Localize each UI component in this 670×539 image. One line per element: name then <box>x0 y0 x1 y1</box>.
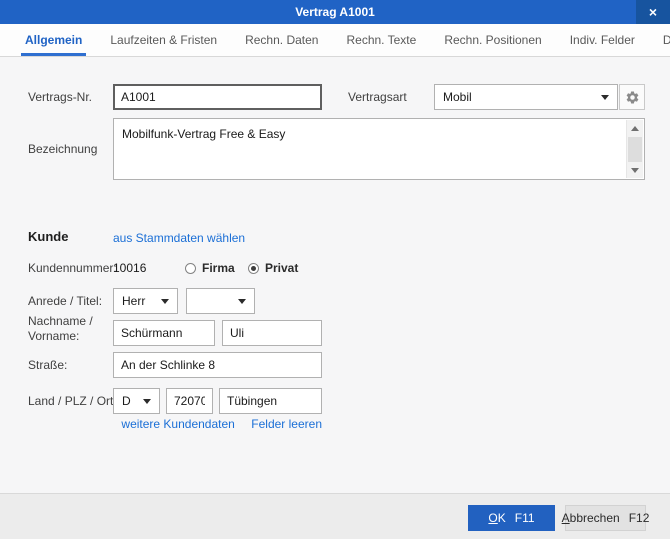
kundennummer-value: 10016 <box>113 261 147 275</box>
bezeichnung-text: Mobilfunk-Vertrag Free & Easy <box>122 127 286 141</box>
radio-privat-circle <box>248 262 259 274</box>
vertrag-nr-input[interactable] <box>113 84 322 110</box>
ok-label: OK <box>488 511 506 525</box>
triangle-up-icon <box>631 125 639 131</box>
radio-firma-label: Firma <box>202 261 235 275</box>
felder-leeren-link[interactable]: Felder leeren <box>251 417 322 431</box>
vertrag-dialog: Vertrag A1001 × Allgemein Laufzeiten & F… <box>0 0 670 539</box>
gear-icon <box>626 91 638 103</box>
radio-privat-label: Privat <box>265 261 299 275</box>
titel-select[interactable] <box>186 288 255 314</box>
nachname-input[interactable] <box>113 320 215 346</box>
scrollbar-thumb[interactable] <box>628 137 642 165</box>
land-select[interactable]: D <box>113 388 160 414</box>
tab-laufzeiten-fristen[interactable]: Laufzeiten & Fristen <box>96 24 231 56</box>
radio-firma-circle <box>185 262 196 274</box>
close-icon: × <box>648 4 658 20</box>
strasse-input[interactable] <box>113 352 322 378</box>
tab-allgemein[interactable]: Allgemein <box>11 24 96 56</box>
plz-input[interactable] <box>166 388 213 414</box>
kundennummer-label: Kundennummer: <box>28 261 117 275</box>
weitere-kundendaten-link[interactable]: weitere Kundendaten <box>121 417 234 431</box>
land-plz-ort-label: Land / PLZ / Ort: <box>28 394 117 408</box>
tab-indiv-felder[interactable]: Indiv. Felder <box>556 24 649 56</box>
tab-bar: Allgemein Laufzeiten & Fristen Rechn. Da… <box>0 24 670 57</box>
abbrechen-shortcut: F12 <box>628 511 650 525</box>
textarea-scrollbar[interactable] <box>626 120 643 178</box>
vertragsart-label: Vertragsart <box>348 90 407 104</box>
anrede-select[interactable]: Herr <box>113 288 178 314</box>
anrede-value: Herr <box>122 294 146 308</box>
content-panel: Vertrags-Nr. Vertragsart Mobil Bezeichnu… <box>0 57 670 493</box>
vorname-input[interactable] <box>222 320 322 346</box>
bezeichnung-textarea[interactable]: Mobilfunk-Vertrag Free & Easy <box>113 118 645 180</box>
bezeichnung-label: Bezeichnung <box>28 142 98 156</box>
vertragsart-value: Mobil <box>443 90 472 104</box>
kunde-heading: Kunde <box>28 229 69 244</box>
abbrechen-label: Abbrechen <box>561 511 620 525</box>
kunde-links-row: weitere Kundendaten Felder leeren <box>113 415 322 433</box>
radio-firma[interactable]: Firma <box>185 260 235 276</box>
chevron-down-icon <box>161 298 169 304</box>
anrede-titel-label: Anrede / Titel: <box>28 294 103 308</box>
footer-bar: OK F11 Abbrechen F12 <box>0 493 670 539</box>
stammdaten-link[interactable]: aus Stammdaten wählen <box>113 231 245 245</box>
tab-rechn-texte[interactable]: Rechn. Texte <box>332 24 430 56</box>
ok-button[interactable]: OK F11 <box>468 505 555 531</box>
vertragsart-select[interactable]: Mobil <box>434 84 618 110</box>
ok-shortcut: F11 <box>514 511 535 525</box>
triangle-down-icon <box>631 167 639 173</box>
radio-privat[interactable]: Privat <box>248 260 298 276</box>
titlebar: Vertrag A1001 × <box>0 0 670 24</box>
vertrag-nr-label: Vertrags-Nr. <box>28 90 93 104</box>
tab-dokumente[interactable]: Dokumente <box>649 24 670 56</box>
abbrechen-button[interactable]: Abbrechen F12 <box>561 505 649 531</box>
vertragsart-settings-button[interactable] <box>619 84 645 110</box>
chevron-down-icon <box>143 398 151 404</box>
nachname-vorname-label: Nachname / Vorname: <box>28 314 93 343</box>
dialog-title: Vertrag A1001 <box>295 5 375 19</box>
strasse-label: Straße: <box>28 358 68 372</box>
chevron-down-icon <box>601 94 609 100</box>
tab-rechn-positionen[interactable]: Rechn. Positionen <box>430 24 555 56</box>
scroll-up-button[interactable] <box>627 120 643 136</box>
chevron-down-icon <box>238 298 246 304</box>
scroll-down-button[interactable] <box>627 162 643 178</box>
close-button[interactable]: × <box>636 0 670 24</box>
tab-rechn-daten[interactable]: Rechn. Daten <box>231 24 332 56</box>
land-value: D <box>122 394 131 408</box>
ort-input[interactable] <box>219 388 322 414</box>
